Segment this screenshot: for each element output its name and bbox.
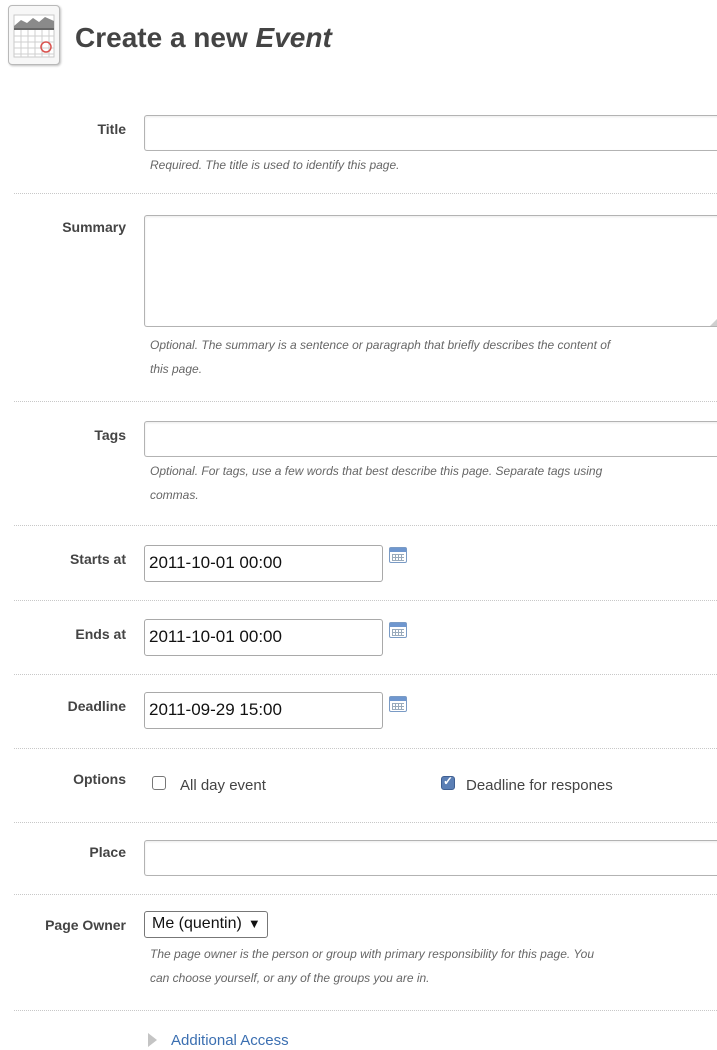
summary-help-line-2: this page. bbox=[150, 362, 203, 376]
page-title: Create a new Event bbox=[75, 22, 332, 54]
page-owner-selected: Me (quentin) bbox=[152, 915, 242, 932]
ends-at-calendar-icon[interactable] bbox=[389, 622, 407, 638]
page-owner-row: Page Owner Me (quentin) ▼ The page owner … bbox=[14, 909, 717, 1011]
options-label: Options bbox=[73, 771, 126, 787]
all-day-label[interactable]: All day event bbox=[180, 777, 266, 794]
place-input[interactable] bbox=[144, 840, 717, 876]
starts-at-input[interactable]: 2011-10-01 00:00 bbox=[144, 545, 383, 582]
deadline-label: Deadline bbox=[67, 698, 126, 714]
summary-row: Summary Optional. The summary is a sente… bbox=[14, 193, 717, 402]
all-day-checkbox[interactable] bbox=[152, 776, 166, 790]
deadline-input[interactable]: 2011-09-29 15:00 bbox=[144, 692, 383, 729]
title-input[interactable] bbox=[144, 115, 717, 151]
starts-at-row: Starts at 2011-10-01 00:00 bbox=[14, 525, 717, 601]
title-row: Title Required. The title is used to ide… bbox=[14, 113, 717, 194]
tags-help-line-1: Optional. For tags, use a few words that… bbox=[150, 464, 603, 478]
deadline-responses-label[interactable]: Deadline for respones bbox=[466, 777, 613, 794]
ends-at-label: Ends at bbox=[75, 626, 126, 642]
additional-access-link[interactable]: Additional Access bbox=[171, 1032, 289, 1049]
page-header: Create a new Event bbox=[8, 5, 708, 67]
check-icon: ✓ bbox=[443, 774, 454, 788]
ends-at-row: Ends at 2011-10-01 00:00 bbox=[14, 600, 717, 675]
chevron-down-icon: ▼ bbox=[247, 916, 261, 931]
tags-help-line-2: commas. bbox=[150, 488, 199, 502]
page-owner-select[interactable]: Me (quentin) ▼ bbox=[144, 911, 268, 938]
tags-input[interactable] bbox=[144, 421, 717, 457]
tags-help: Optional. For tags, use a few words that… bbox=[150, 459, 717, 507]
summary-textarea[interactable] bbox=[144, 215, 717, 327]
page-title-prefix: Create a new bbox=[75, 22, 256, 53]
place-row: Place bbox=[14, 822, 717, 895]
calendar-app-icon bbox=[8, 5, 60, 65]
page-owner-help-line-1: The page owner is the person or group wi… bbox=[150, 947, 595, 961]
starts-at-label: Starts at bbox=[69, 551, 126, 567]
deadline-responses-checkbox[interactable]: ✓ bbox=[441, 774, 455, 790]
summary-help-line-1: Optional. The summary is a sentence or p… bbox=[150, 338, 611, 352]
summary-help: Optional. The summary is a sentence or p… bbox=[150, 333, 717, 381]
deadline-calendar-icon[interactable] bbox=[389, 696, 407, 712]
expand-triangle-icon[interactable] bbox=[148, 1033, 157, 1047]
place-label: Place bbox=[89, 844, 126, 860]
starts-at-calendar-icon[interactable] bbox=[389, 547, 407, 563]
title-label: Title bbox=[97, 121, 126, 137]
options-row: Options All day event ✓ Deadline for res… bbox=[14, 748, 717, 823]
tags-label: Tags bbox=[94, 427, 126, 443]
page-title-emphasis: Event bbox=[255, 22, 332, 53]
title-help: Required. The title is used to identify … bbox=[150, 158, 400, 172]
ends-at-input[interactable]: 2011-10-01 00:00 bbox=[144, 619, 383, 656]
page-owner-label: Page Owner bbox=[45, 917, 126, 933]
tags-row: Tags Optional. For tags, use a few words… bbox=[14, 401, 717, 526]
page-owner-help: The page owner is the person or group wi… bbox=[150, 942, 717, 990]
page-owner-help-line-2: can choose yourself, or any of the group… bbox=[150, 971, 430, 985]
deadline-row: Deadline 2011-09-29 15:00 bbox=[14, 674, 717, 749]
summary-label: Summary bbox=[62, 219, 126, 235]
resize-grip-icon[interactable] bbox=[710, 312, 717, 326]
